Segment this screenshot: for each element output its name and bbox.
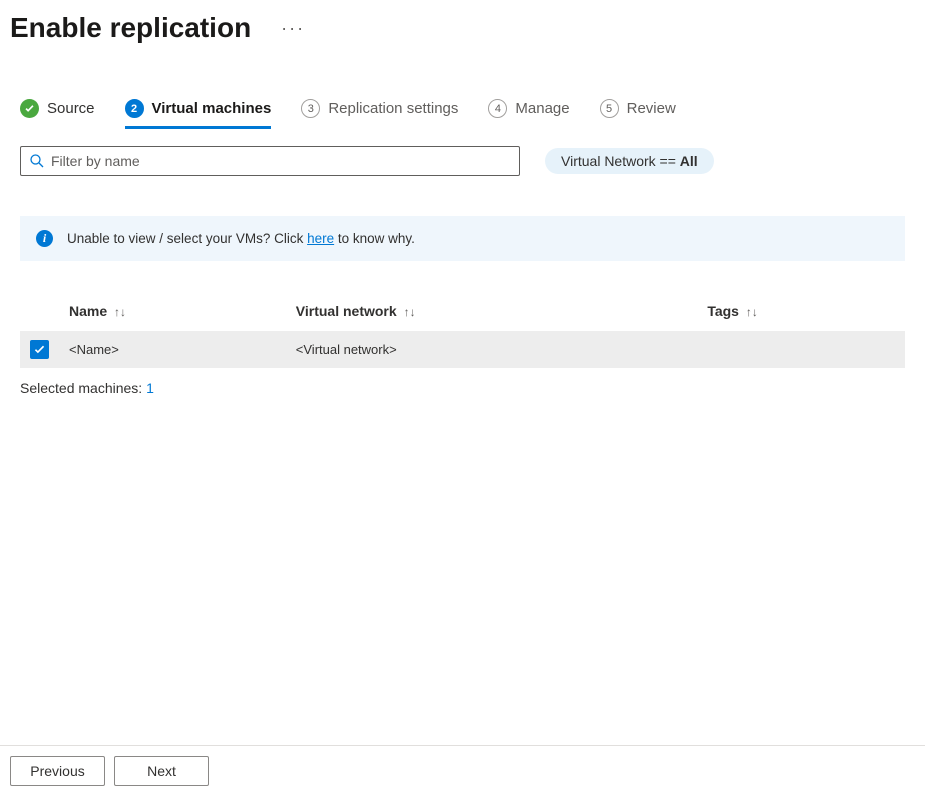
search-input[interactable] <box>51 153 511 169</box>
cell-virtual-network: <Virtual network> <box>286 331 698 368</box>
search-box[interactable] <box>20 146 520 176</box>
step-label: Source <box>47 100 95 117</box>
step-source[interactable]: Source <box>20 99 95 126</box>
check-icon <box>20 99 39 118</box>
sort-icon: ↑↓ <box>404 305 416 319</box>
cell-tags <box>697 331 905 368</box>
info-text: Unable to view / select your VMs? Click … <box>67 231 415 246</box>
page-title: Enable replication <box>10 12 251 44</box>
table-row[interactable]: <Name> <Virtual network> <box>20 331 905 368</box>
column-header-tags[interactable]: Tags ↑↓ <box>697 291 905 331</box>
info-link-here[interactable]: here <box>307 231 334 246</box>
virtual-network-filter-pill[interactable]: Virtual Network == All <box>545 148 714 174</box>
next-button[interactable]: Next <box>114 756 209 786</box>
selected-count: 1 <box>146 380 154 396</box>
step-number-icon: 2 <box>125 99 144 118</box>
more-actions-icon[interactable]: ··· <box>281 18 305 39</box>
step-label: Manage <box>515 100 569 117</box>
step-number-icon: 4 <box>488 99 507 118</box>
wizard-steps: Source 2 Virtual machines 3 Replication … <box>0 99 925 126</box>
pill-value: All <box>680 153 698 169</box>
step-manage[interactable]: 4 Manage <box>488 99 569 126</box>
sort-icon: ↑↓ <box>746 305 758 319</box>
selected-machines-summary: Selected machines: 1 <box>0 368 925 408</box>
page-header: Enable replication ··· <box>0 0 925 44</box>
vm-table: Name ↑↓ Virtual network ↑↓ Tags ↑↓ <box>20 291 905 368</box>
filter-row: Virtual Network == All <box>0 146 925 176</box>
step-virtual-machines[interactable]: 2 Virtual machines <box>125 99 272 129</box>
check-icon <box>33 343 46 356</box>
step-number-icon: 3 <box>301 99 320 118</box>
sort-icon: ↑↓ <box>114 305 126 319</box>
info-icon: i <box>36 230 53 247</box>
step-label: Virtual machines <box>152 100 272 117</box>
row-checkbox[interactable] <box>30 340 49 359</box>
previous-button[interactable]: Previous <box>10 756 105 786</box>
vm-table-container: Name ↑↓ Virtual network ↑↓ Tags ↑↓ <box>20 291 905 368</box>
footer-actions: Previous Next <box>0 745 925 796</box>
column-header-virtual-network[interactable]: Virtual network ↑↓ <box>286 291 698 331</box>
step-label: Review <box>627 100 676 117</box>
cell-name: <Name> <box>59 331 286 368</box>
step-review[interactable]: 5 Review <box>600 99 676 126</box>
step-replication-settings[interactable]: 3 Replication settings <box>301 99 458 126</box>
step-number-icon: 5 <box>600 99 619 118</box>
column-checkbox <box>20 291 59 331</box>
search-icon <box>29 153 45 169</box>
info-bar: i Unable to view / select your VMs? Clic… <box>20 216 905 261</box>
column-header-name[interactable]: Name ↑↓ <box>59 291 286 331</box>
pill-prefix: Virtual Network == <box>561 153 680 169</box>
step-label: Replication settings <box>328 100 458 117</box>
